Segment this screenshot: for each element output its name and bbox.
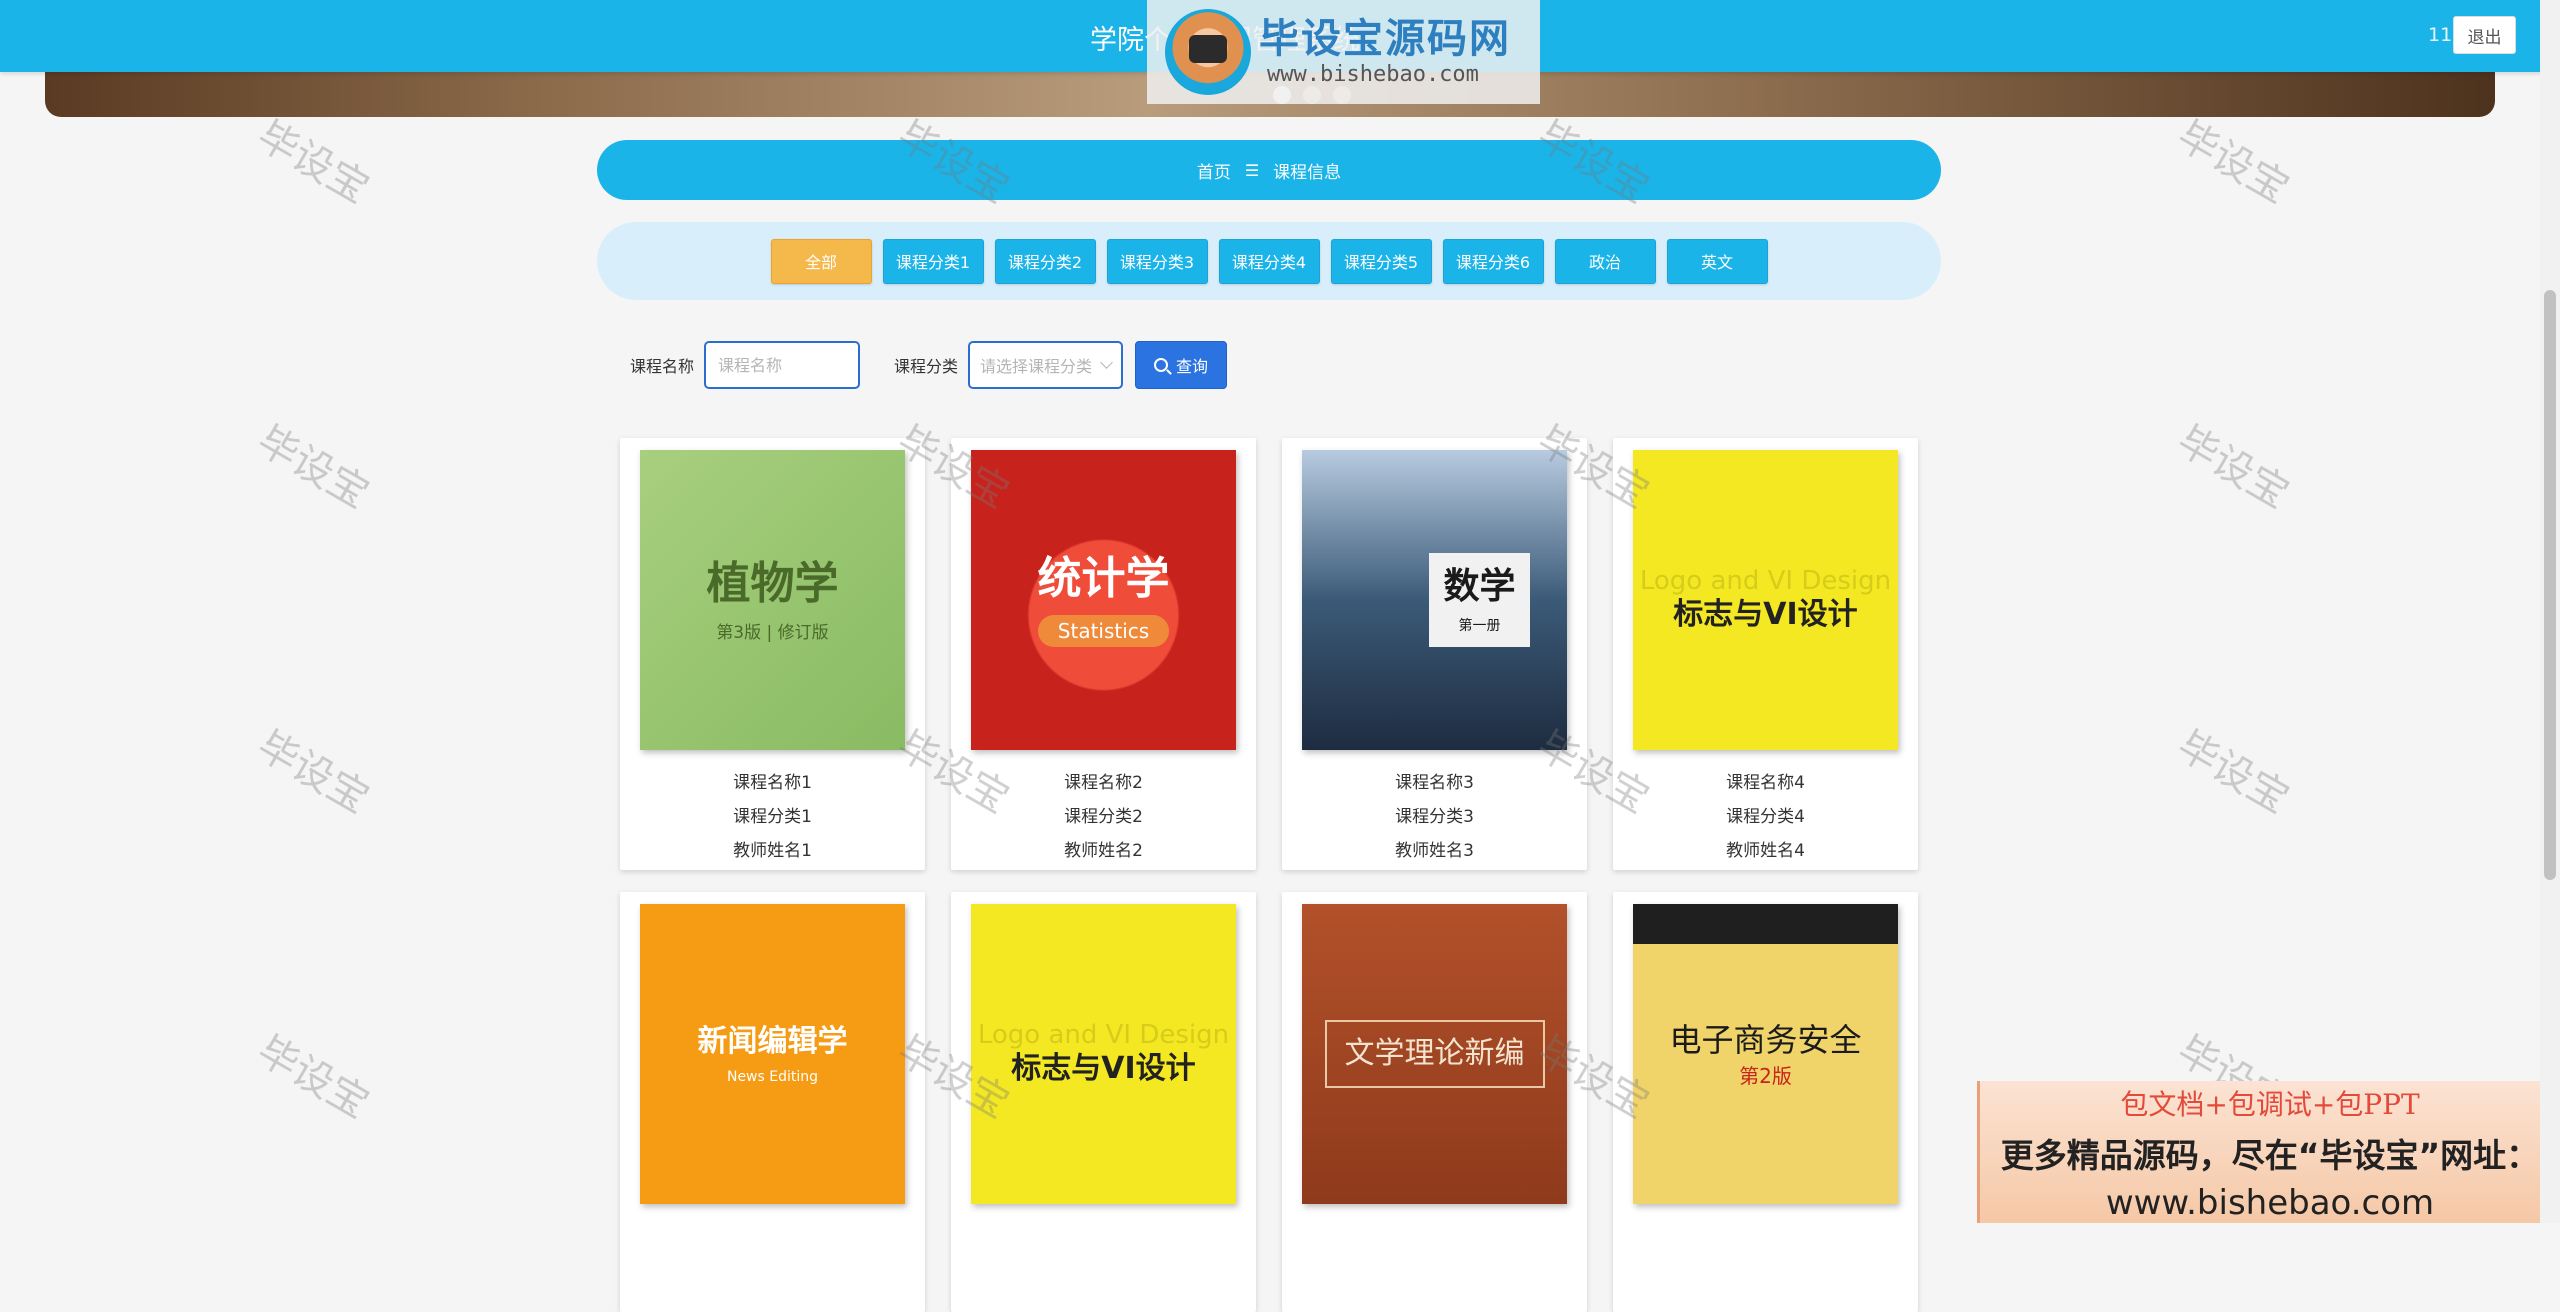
cover-title: 数学 <box>1443 565 1516 607</box>
watermark-text: 毕设宝 <box>249 722 377 823</box>
course-card[interactable]: 统计学 Statistics 课程名称2 课程分类2 教师姓名2 <box>951 438 1256 870</box>
course-cover-image[interactable]: Logo and VI Design 标志与VI设计 <box>1633 450 1898 750</box>
cover-title: 植物学 <box>706 557 839 609</box>
course-card[interactable]: 文学理论新编 <box>1282 892 1587 1312</box>
course-cover-image[interactable]: 数学 第一册 <box>1302 450 1567 750</box>
category-button-4[interactable]: 课程分类4 <box>1218 238 1320 284</box>
user-name: 11 <box>2428 24 2453 46</box>
cover-title: 标志与VI设计 <box>1673 597 1858 632</box>
cover-title: 标志与VI设计 <box>1011 1051 1196 1086</box>
promo-line-2: 更多精品源码，尽在“毕设宝”网址： <box>2000 1136 2540 1175</box>
cover-title: 新闻编辑学 <box>697 1024 848 1059</box>
course-card[interactable]: Logo and VI Design 标志与VI设计 <box>951 892 1256 1312</box>
course-card[interactable]: 新闻编辑学 News Editing <box>620 892 925 1312</box>
course-category-select[interactable]: 请选择课程分类 <box>968 341 1124 389</box>
search-icon <box>1154 358 1169 372</box>
course-category-label: 课程分类 <box>894 357 959 376</box>
page-scrollbar[interactable] <box>2540 0 2560 1223</box>
teacher-name: 教师姓名1 <box>733 841 812 861</box>
course-category: 课程分类1 <box>733 807 812 827</box>
course-card[interactable]: 植物学 第3版 | 修订版 课程名称1 课程分类1 教师姓名1 <box>620 438 925 870</box>
course-category: 课程分类4 <box>1726 807 1805 827</box>
course-card[interactable]: Logo and VI Design 标志与VI设计 课程名称4 课程分类4 教… <box>1613 438 1918 870</box>
cover-title: 统计学 <box>1037 553 1170 604</box>
query-button[interactable]: 查询 <box>1135 341 1228 389</box>
cover-title: 电子商务安全 <box>1669 1020 1862 1059</box>
select-placeholder: 请选择课程分类 <box>980 357 1093 376</box>
cover-topstrip <box>1633 904 1898 944</box>
teacher-name: 教师姓名3 <box>1395 841 1474 861</box>
cover-subtitle: Logo and VI Design <box>1639 566 1892 596</box>
course-card[interactable]: 数学 第一册 课程名称3 课程分类3 教师姓名3 <box>1282 438 1587 870</box>
course-category: 课程分类3 <box>1395 807 1474 827</box>
watermark-logo: 毕设宝源码网 www.bishebao.com <box>1147 0 1540 104</box>
watermark-text: 毕设宝 <box>2169 417 2297 518</box>
course-name: 课程名称3 <box>1395 773 1474 793</box>
course-name: 课程名称2 <box>1064 773 1143 793</box>
logout-button[interactable]: 退出 <box>2453 16 2516 54</box>
query-button-label: 查询 <box>1176 357 1209 376</box>
search-form: 课程名称 课程分类 请选择课程分类 查询 <box>630 341 1228 389</box>
watermark-text: 毕设宝 <box>2169 722 2297 823</box>
watermark-text: 毕设宝 <box>2169 112 2297 213</box>
watermark-text: 毕设宝 <box>249 417 377 518</box>
promo-banner[interactable]: 包文档+包调试+包PPT 更多精品源码，尽在“毕设宝”网址： www.bishe… <box>1977 1081 2560 1223</box>
course-cover-image[interactable]: 电子商务安全 第2版 <box>1633 904 1898 1204</box>
breadcrumb-current: 课程信息 <box>1273 162 1342 183</box>
cover-title: 文学理论新编 <box>1324 1020 1545 1088</box>
teacher-name: 教师姓名4 <box>1726 841 1805 861</box>
cover-subtitle: 第3版 | 修订版 <box>716 622 829 643</box>
course-name-label: 课程名称 <box>630 357 695 376</box>
promo-url: www.bishebao.com <box>2105 1183 2435 1223</box>
cover-subtitle: 第一册 <box>1458 618 1501 634</box>
category-button-politics[interactable]: 政治 <box>1554 238 1656 284</box>
watermark-text: 毕设宝 <box>249 1027 377 1128</box>
teacher-name: 教师姓名2 <box>1064 841 1143 861</box>
scrollbar-thumb[interactable] <box>2544 290 2556 880</box>
course-cover-image[interactable]: Logo and VI Design 标志与VI设计 <box>971 904 1236 1204</box>
breadcrumb-home[interactable]: 首页 <box>1197 158 1231 183</box>
category-button-2[interactable]: 课程分类2 <box>994 238 1096 284</box>
course-category: 课程分类2 <box>1064 807 1143 827</box>
cover-subtitle: News Editing <box>726 1069 819 1085</box>
category-button-1[interactable]: 课程分类1 <box>882 238 984 284</box>
course-name-input[interactable] <box>704 341 861 389</box>
chevron-down-icon <box>1100 356 1113 369</box>
course-cover-image[interactable]: 文学理论新编 <box>1302 904 1567 1204</box>
category-button-3[interactable]: 课程分类3 <box>1106 238 1208 284</box>
menu-icon: ☰ <box>1244 160 1260 180</box>
cover-subtitle: 第2版 <box>1739 1063 1792 1088</box>
course-name: 课程名称1 <box>733 773 812 793</box>
mascot-logo-icon <box>1165 9 1251 95</box>
course-name: 课程名称4 <box>1726 773 1805 793</box>
promo-line-1: 包文档+包调试+包PPT <box>2120 1088 2420 1121</box>
cover-subtitle: Logo and VI Design <box>977 1020 1230 1050</box>
watermark-url: www.bishebao.com <box>1267 62 1479 87</box>
breadcrumb: 首页 ☰ 课程信息 <box>597 140 1941 200</box>
cover-panel: 数学 第一册 <box>1429 553 1530 647</box>
category-button-6[interactable]: 课程分类6 <box>1442 238 1544 284</box>
watermark-text: 毕设宝 <box>249 112 377 213</box>
cover-subtitle: Statistics <box>1037 615 1170 647</box>
course-cover-image[interactable]: 新闻编辑学 News Editing <box>640 904 905 1204</box>
category-filter-bar: 全部 课程分类1 课程分类2 课程分类3 课程分类4 课程分类5 课程分类6 政… <box>597 222 1941 300</box>
category-all-button[interactable]: 全部 <box>770 238 872 284</box>
course-cover-image[interactable]: 植物学 第3版 | 修订版 <box>640 450 905 750</box>
category-button-english[interactable]: 英文 <box>1666 238 1768 284</box>
watermark-brand: 毕设宝源码网 <box>1259 16 1511 62</box>
course-card[interactable]: 电子商务安全 第2版 <box>1613 892 1918 1312</box>
category-button-5[interactable]: 课程分类5 <box>1330 238 1432 284</box>
course-cover-image[interactable]: 统计学 Statistics <box>971 450 1236 750</box>
